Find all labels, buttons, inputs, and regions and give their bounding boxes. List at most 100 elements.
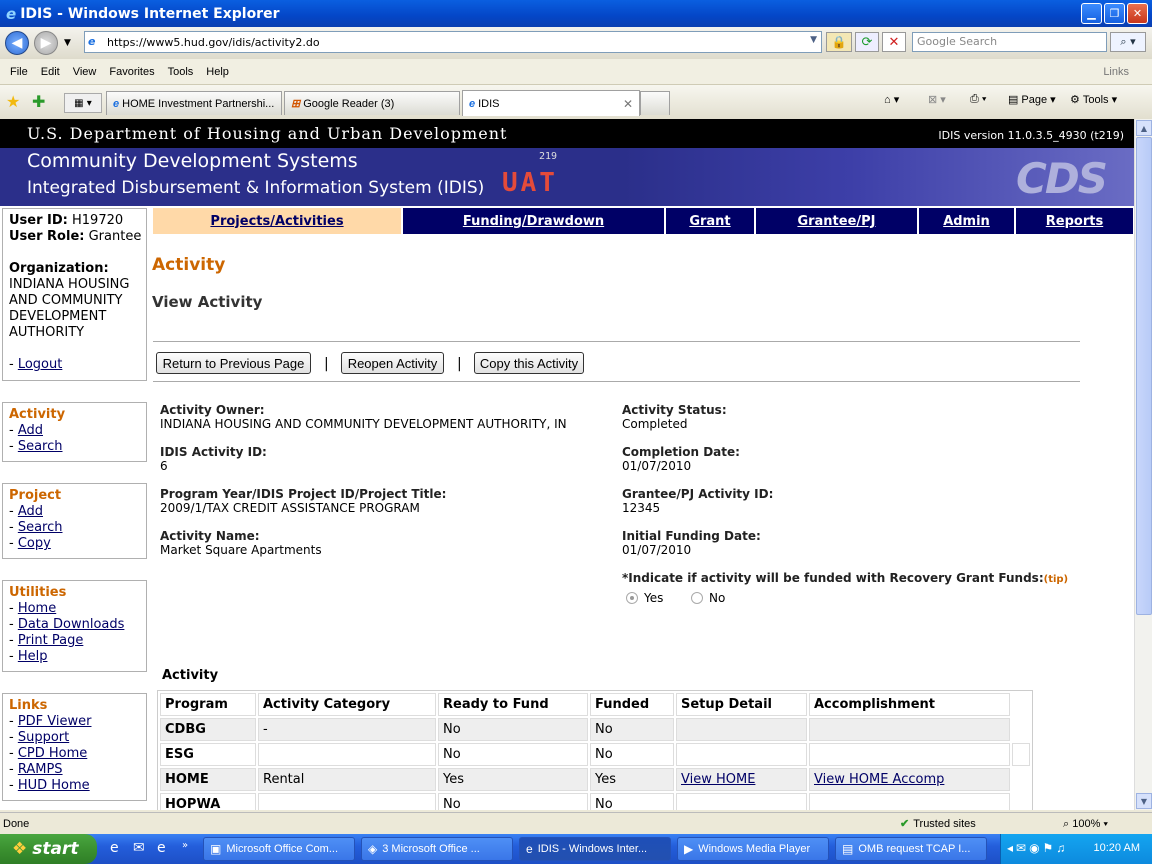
utilities-help-link[interactable]: Help bbox=[18, 649, 48, 664]
menu-tools[interactable]: Tools bbox=[168, 66, 194, 78]
print-icon[interactable]: ⎙ ▾ bbox=[970, 93, 986, 106]
favorites-star-icon[interactable]: ★ bbox=[6, 92, 20, 111]
windows-flag-icon: ❖ bbox=[12, 839, 28, 859]
minimize-button[interactable]: ▁ bbox=[1081, 3, 1102, 24]
menu-help[interactable]: Help bbox=[206, 66, 229, 78]
stop-button[interactable]: ✕ bbox=[882, 32, 906, 52]
maximize-button[interactable]: ❐ bbox=[1104, 3, 1125, 24]
pdf-viewer-link[interactable]: PDF Viewer bbox=[18, 714, 92, 729]
taskbar-item-media-player[interactable]: ▶ Windows Media Player bbox=[677, 837, 829, 861]
utilities-home-link[interactable]: Home bbox=[18, 601, 56, 616]
window-titlebar: e IDIS - Windows Internet Explorer ▁ ❐ ✕ bbox=[0, 0, 1152, 27]
ie-quicklaunch-icon[interactable]: e bbox=[110, 840, 119, 856]
column-header: Setup Detail bbox=[676, 693, 807, 716]
forward-button[interactable]: ▶ bbox=[34, 31, 58, 55]
zoom-control[interactable]: ⌕ 100% ▾ bbox=[1063, 818, 1108, 831]
ie-icon: e bbox=[526, 842, 533, 856]
vertical-scrollbar[interactable]: ▲ ▼ bbox=[1134, 119, 1152, 810]
task-label: OMB request TCAP I... bbox=[858, 843, 971, 855]
address-toolbar: ◀ ▶ ▼ e https://www5.hud.gov/idis/activi… bbox=[0, 27, 1152, 59]
activity-search-link[interactable]: Search bbox=[18, 439, 63, 454]
ie-logo-icon: e bbox=[6, 4, 17, 23]
address-bar[interactable]: e https://www5.hud.gov/idis/activity2.do… bbox=[84, 31, 822, 53]
column-header: Accomplishment bbox=[809, 693, 1010, 716]
refresh-button[interactable]: ⟳ bbox=[855, 32, 879, 52]
tray-icons[interactable]: ◂✉◉⚑♫ bbox=[1007, 841, 1068, 855]
menu-edit[interactable]: Edit bbox=[41, 66, 60, 78]
taskbar-item-office-group[interactable]: ◈ 3 Microsoft Office ... bbox=[361, 837, 513, 861]
user-role: Grantee bbox=[88, 229, 142, 244]
logout-link[interactable]: Logout bbox=[18, 357, 63, 372]
support-link[interactable]: Support bbox=[18, 730, 69, 745]
tab-google-reader[interactable]: ⊞ Google Reader (3) bbox=[284, 91, 460, 115]
start-button[interactable]: ❖ start bbox=[0, 834, 97, 864]
organization-line: INDIANA HOUSING bbox=[9, 277, 130, 292]
add-favorite-icon[interactable]: ✚ bbox=[32, 92, 45, 111]
table-cell: No bbox=[438, 793, 588, 810]
organization-line: DEVELOPMENT bbox=[9, 309, 107, 324]
feeds-icon[interactable]: ⊠ ▾ bbox=[928, 93, 946, 106]
lock-icon[interactable]: 🔒 bbox=[826, 32, 852, 52]
column-header: Activity Category bbox=[258, 693, 436, 716]
table-cell: No bbox=[438, 718, 588, 741]
table-cell: Rental bbox=[258, 768, 436, 791]
page-icon: ▤ bbox=[1008, 94, 1019, 106]
taskbar-item-idis[interactable]: e IDIS - Windows Inter... bbox=[519, 837, 671, 861]
search-input[interactable]: Google Search bbox=[912, 32, 1107, 52]
rss-icon: ⊞ bbox=[291, 98, 301, 110]
menu-file[interactable]: File bbox=[10, 66, 28, 78]
page-icon: e bbox=[113, 97, 120, 110]
status-text: Done bbox=[3, 818, 30, 830]
links-toolbar[interactable]: Links bbox=[1103, 66, 1129, 78]
search-button[interactable]: ⌕ ▾ bbox=[1110, 32, 1146, 52]
new-tab-button[interactable] bbox=[640, 91, 670, 115]
zone-label: Trusted sites bbox=[913, 818, 976, 830]
history-dropdown-icon[interactable]: ▼ bbox=[64, 38, 71, 48]
quicklaunch-more-icon[interactable]: » bbox=[182, 840, 188, 851]
close-tab-icon[interactable]: ✕ bbox=[623, 97, 633, 111]
view-home-accomp-link[interactable]: View HOME Accomp bbox=[814, 772, 944, 787]
scroll-down-icon[interactable]: ▼ bbox=[1136, 793, 1152, 809]
user-info-box: User ID: H19720 User Role: Grantee Organ… bbox=[2, 208, 147, 381]
tools-menu-label: Tools bbox=[1082, 93, 1109, 106]
start-label: start bbox=[32, 839, 79, 859]
tab-home-investment[interactable]: e HOME Investment Partnershi... bbox=[106, 91, 282, 115]
table-cell: CDBG bbox=[160, 718, 256, 741]
home-icon[interactable]: ⌂ ▾ bbox=[884, 93, 899, 106]
address-url[interactable]: https://www5.hud.gov/idis/activity2.do bbox=[107, 36, 320, 49]
table-cell: ESG bbox=[160, 743, 256, 766]
quick-tabs-button[interactable]: ▦ ▾ bbox=[64, 93, 102, 113]
table-cell bbox=[809, 743, 1010, 766]
back-button[interactable]: ◀ bbox=[5, 31, 29, 55]
scroll-up-icon[interactable]: ▲ bbox=[1136, 120, 1152, 136]
activity-table-title: Activity bbox=[162, 668, 219, 683]
activity-add-link[interactable]: Add bbox=[18, 423, 43, 438]
tools-menu-button[interactable]: ⚙ Tools ▾ bbox=[1070, 93, 1117, 107]
ramps-link[interactable]: RAMPS bbox=[18, 762, 63, 777]
hud-home-link[interactable]: HUD Home bbox=[18, 778, 90, 793]
project-search-link[interactable]: Search bbox=[18, 520, 63, 535]
menu-view[interactable]: View bbox=[73, 66, 97, 78]
close-window-button[interactable]: ✕ bbox=[1127, 3, 1148, 24]
menu-favorites[interactable]: Favorites bbox=[109, 66, 154, 78]
page-icon: e bbox=[469, 97, 476, 110]
view-home-link[interactable]: View HOME bbox=[681, 772, 755, 787]
utilities-print-page-link[interactable]: Print Page bbox=[18, 633, 84, 648]
taskbar-item-omb-request[interactable]: ▤ OMB request TCAP I... bbox=[835, 837, 987, 861]
table-cell bbox=[676, 793, 807, 810]
page-menu-button[interactable]: ▤ Page ▾ bbox=[1008, 93, 1056, 107]
tab-idis[interactable]: e IDIS ✕ bbox=[462, 90, 640, 116]
cpd-home-link[interactable]: CPD Home bbox=[18, 746, 87, 761]
scroll-thumb[interactable] bbox=[1136, 137, 1152, 615]
zoom-level: 100% bbox=[1072, 818, 1101, 830]
outlook-quicklaunch-icon[interactable]: ✉ bbox=[133, 840, 145, 856]
address-dropdown-icon[interactable]: ▼ bbox=[810, 35, 817, 45]
utilities-data-downloads-link[interactable]: Data Downloads bbox=[18, 617, 125, 632]
taskbar-item-office-com[interactable]: ▣ Microsoft Office Com... bbox=[203, 837, 355, 861]
activity-menu-box: Activity - Add - Search bbox=[2, 402, 147, 462]
project-copy-link[interactable]: Copy bbox=[18, 536, 51, 551]
security-zone[interactable]: ✔ Trusted sites bbox=[900, 817, 976, 830]
ie-alt-quicklaunch-icon[interactable]: e bbox=[157, 840, 166, 856]
project-add-link[interactable]: Add bbox=[18, 504, 43, 519]
links-menu-title: Links bbox=[9, 698, 48, 713]
